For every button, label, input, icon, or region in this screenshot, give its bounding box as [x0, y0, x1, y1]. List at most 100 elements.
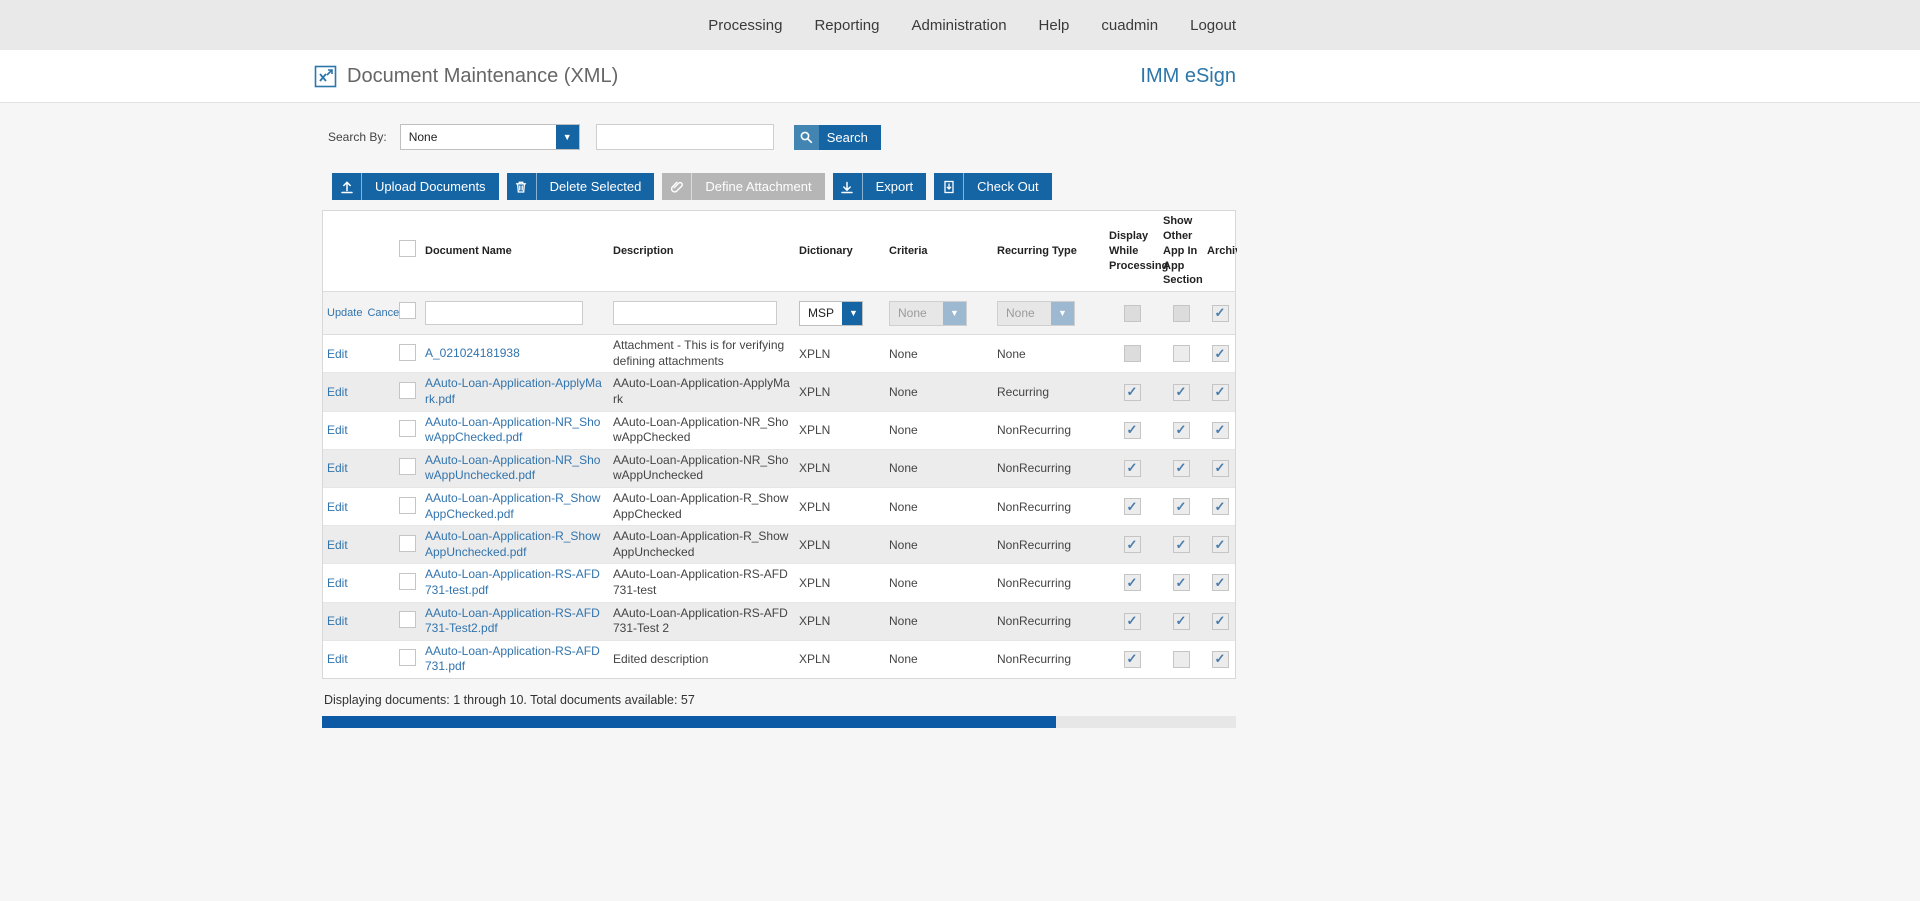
display-while-processing-checkbox[interactable]	[1124, 384, 1141, 401]
row-checkbox[interactable]	[399, 420, 416, 437]
table-row: Edit AAuto-Loan-Application-RS-AFD731-te…	[323, 564, 1235, 602]
nav-help[interactable]: Help	[1039, 17, 1070, 34]
show-other-app-checkbox[interactable]	[1173, 613, 1190, 630]
table-row: Edit AAuto-Loan-Application-RS-AFD731.pd…	[323, 641, 1235, 678]
description-cell: AAuto-Loan-Application-ApplyMark	[609, 373, 795, 410]
toolbar: Upload Documents Delete Selected Define …	[332, 173, 1236, 200]
document-name-link[interactable]: AAuto-Loan-Application-RS-AFD731-Test2.p…	[425, 606, 600, 636]
horizontal-scrollbar-track[interactable]	[322, 716, 1236, 728]
show-other-app-checkbox[interactable]	[1173, 574, 1190, 591]
criteria-cell: None	[885, 382, 993, 402]
edit-name-input[interactable]	[425, 301, 583, 325]
nav-user-cuadmin[interactable]: cuadmin	[1101, 17, 1158, 34]
search-by-value: None	[401, 125, 556, 149]
row-checkbox[interactable]	[399, 458, 416, 475]
document-name-link[interactable]: AAuto-Loan-Application-R_ShowAppUnchecke…	[425, 529, 600, 559]
recurring-type-cell: None	[993, 344, 1105, 364]
show-other-app-checkbox[interactable]	[1173, 460, 1190, 477]
edit-dictionary-select[interactable]: MSP ▼	[799, 301, 863, 326]
display-while-processing-checkbox[interactable]	[1124, 345, 1141, 362]
archive-checkbox[interactable]	[1212, 574, 1229, 591]
search-input[interactable]	[596, 124, 774, 150]
show-other-app-checkbox[interactable]	[1173, 345, 1190, 362]
main-content: Search By: None ▼ Search Upload Document…	[322, 103, 1236, 728]
search-by-label: Search By:	[328, 130, 387, 144]
upload-documents-button[interactable]: Upload Documents	[332, 173, 499, 200]
archive-checkbox[interactable]	[1212, 345, 1229, 362]
row-checkbox[interactable]	[399, 302, 416, 319]
archive-checkbox[interactable]	[1212, 613, 1229, 630]
display-while-processing-checkbox[interactable]	[1124, 574, 1141, 591]
description-cell: AAuto-Loan-Application-R_ShowAppUnchecke…	[609, 526, 795, 563]
header-description: Description	[609, 241, 795, 262]
row-checkbox[interactable]	[399, 649, 416, 666]
delete-selected-label: Delete Selected	[537, 179, 655, 194]
description-cell: AAuto-Loan-Application-RS-AFD731-Test 2	[609, 603, 795, 640]
page-title: Document Maintenance (XML)	[347, 65, 618, 88]
edit-recurring-select: None ▼	[997, 301, 1075, 326]
description-cell: AAuto-Loan-Application-NR_ShowAppChecked	[609, 412, 795, 449]
row-checkbox[interactable]	[399, 573, 416, 590]
document-name-link[interactable]: AAuto-Loan-Application-RS-AFD731.pdf	[425, 644, 600, 674]
edit-link[interactable]: Edit	[327, 423, 348, 437]
export-button[interactable]: Export	[833, 173, 927, 200]
document-name-link[interactable]: AAuto-Loan-Application-ApplyMark.pdf	[425, 376, 602, 406]
update-link[interactable]: Update	[327, 307, 362, 319]
archive-checkbox[interactable]	[1212, 536, 1229, 553]
row-checkbox[interactable]	[399, 382, 416, 399]
chevron-down-icon: ▼	[1051, 302, 1074, 325]
edit-link[interactable]: Edit	[327, 385, 348, 399]
edit-link[interactable]: Edit	[327, 614, 348, 628]
edit-show-other-app-checkbox	[1173, 305, 1190, 322]
row-checkbox[interactable]	[399, 611, 416, 628]
archive-checkbox[interactable]	[1212, 422, 1229, 439]
edit-link[interactable]: Edit	[327, 538, 348, 552]
header-recurring-type: Recurring Type	[993, 241, 1105, 262]
document-name-link[interactable]: A_021024181938	[425, 346, 520, 360]
document-name-link[interactable]: AAuto-Loan-Application-RS-AFD731-test.pd…	[425, 567, 600, 597]
display-while-processing-checkbox[interactable]	[1124, 651, 1141, 668]
edit-description-input[interactable]	[613, 301, 777, 325]
show-other-app-checkbox[interactable]	[1173, 498, 1190, 515]
edit-link[interactable]: Edit	[327, 500, 348, 514]
edit-link[interactable]: Edit	[327, 576, 348, 590]
edit-link[interactable]: Edit	[327, 652, 348, 666]
nav-logout[interactable]: Logout	[1190, 17, 1236, 34]
recurring-type-cell: NonRecurring	[993, 420, 1105, 440]
archive-checkbox[interactable]	[1212, 384, 1229, 401]
display-while-processing-checkbox[interactable]	[1124, 613, 1141, 630]
show-other-app-checkbox[interactable]	[1173, 384, 1190, 401]
delete-selected-button[interactable]: Delete Selected	[507, 173, 655, 200]
display-while-processing-checkbox[interactable]	[1124, 536, 1141, 553]
edit-archive-checkbox[interactable]	[1212, 305, 1229, 322]
show-other-app-checkbox[interactable]	[1173, 651, 1190, 668]
select-all-checkbox[interactable]	[399, 240, 416, 257]
show-other-app-checkbox[interactable]	[1173, 536, 1190, 553]
chevron-down-icon[interactable]: ▼	[556, 125, 579, 149]
archive-checkbox[interactable]	[1212, 460, 1229, 477]
search-by-select[interactable]: None ▼	[400, 124, 580, 150]
edit-link[interactable]: Edit	[327, 347, 348, 361]
horizontal-scrollbar-thumb[interactable]	[322, 716, 1056, 728]
nav-reporting[interactable]: Reporting	[814, 17, 879, 34]
nav-processing[interactable]: Processing	[708, 17, 782, 34]
row-checkbox[interactable]	[399, 535, 416, 552]
archive-checkbox[interactable]	[1212, 498, 1229, 515]
chevron-down-icon: ▼	[943, 302, 966, 325]
display-while-processing-checkbox[interactable]	[1124, 498, 1141, 515]
row-checkbox[interactable]	[399, 344, 416, 361]
search-button[interactable]: Search	[794, 125, 881, 150]
check-out-button[interactable]: Check Out	[934, 173, 1051, 200]
document-name-link[interactable]: AAuto-Loan-Application-NR_ShowAppUncheck…	[425, 453, 600, 483]
show-other-app-checkbox[interactable]	[1173, 422, 1190, 439]
dictionary-cell: XPLN	[795, 535, 885, 555]
display-while-processing-checkbox[interactable]	[1124, 460, 1141, 477]
chevron-down-icon[interactable]: ▼	[842, 302, 863, 325]
archive-checkbox[interactable]	[1212, 651, 1229, 668]
row-checkbox[interactable]	[399, 497, 416, 514]
document-name-link[interactable]: AAuto-Loan-Application-NR_ShowAppChecked…	[425, 415, 600, 445]
nav-administration[interactable]: Administration	[912, 17, 1007, 34]
edit-link[interactable]: Edit	[327, 461, 348, 475]
display-while-processing-checkbox[interactable]	[1124, 422, 1141, 439]
document-name-link[interactable]: AAuto-Loan-Application-R_ShowAppChecked.…	[425, 491, 600, 521]
